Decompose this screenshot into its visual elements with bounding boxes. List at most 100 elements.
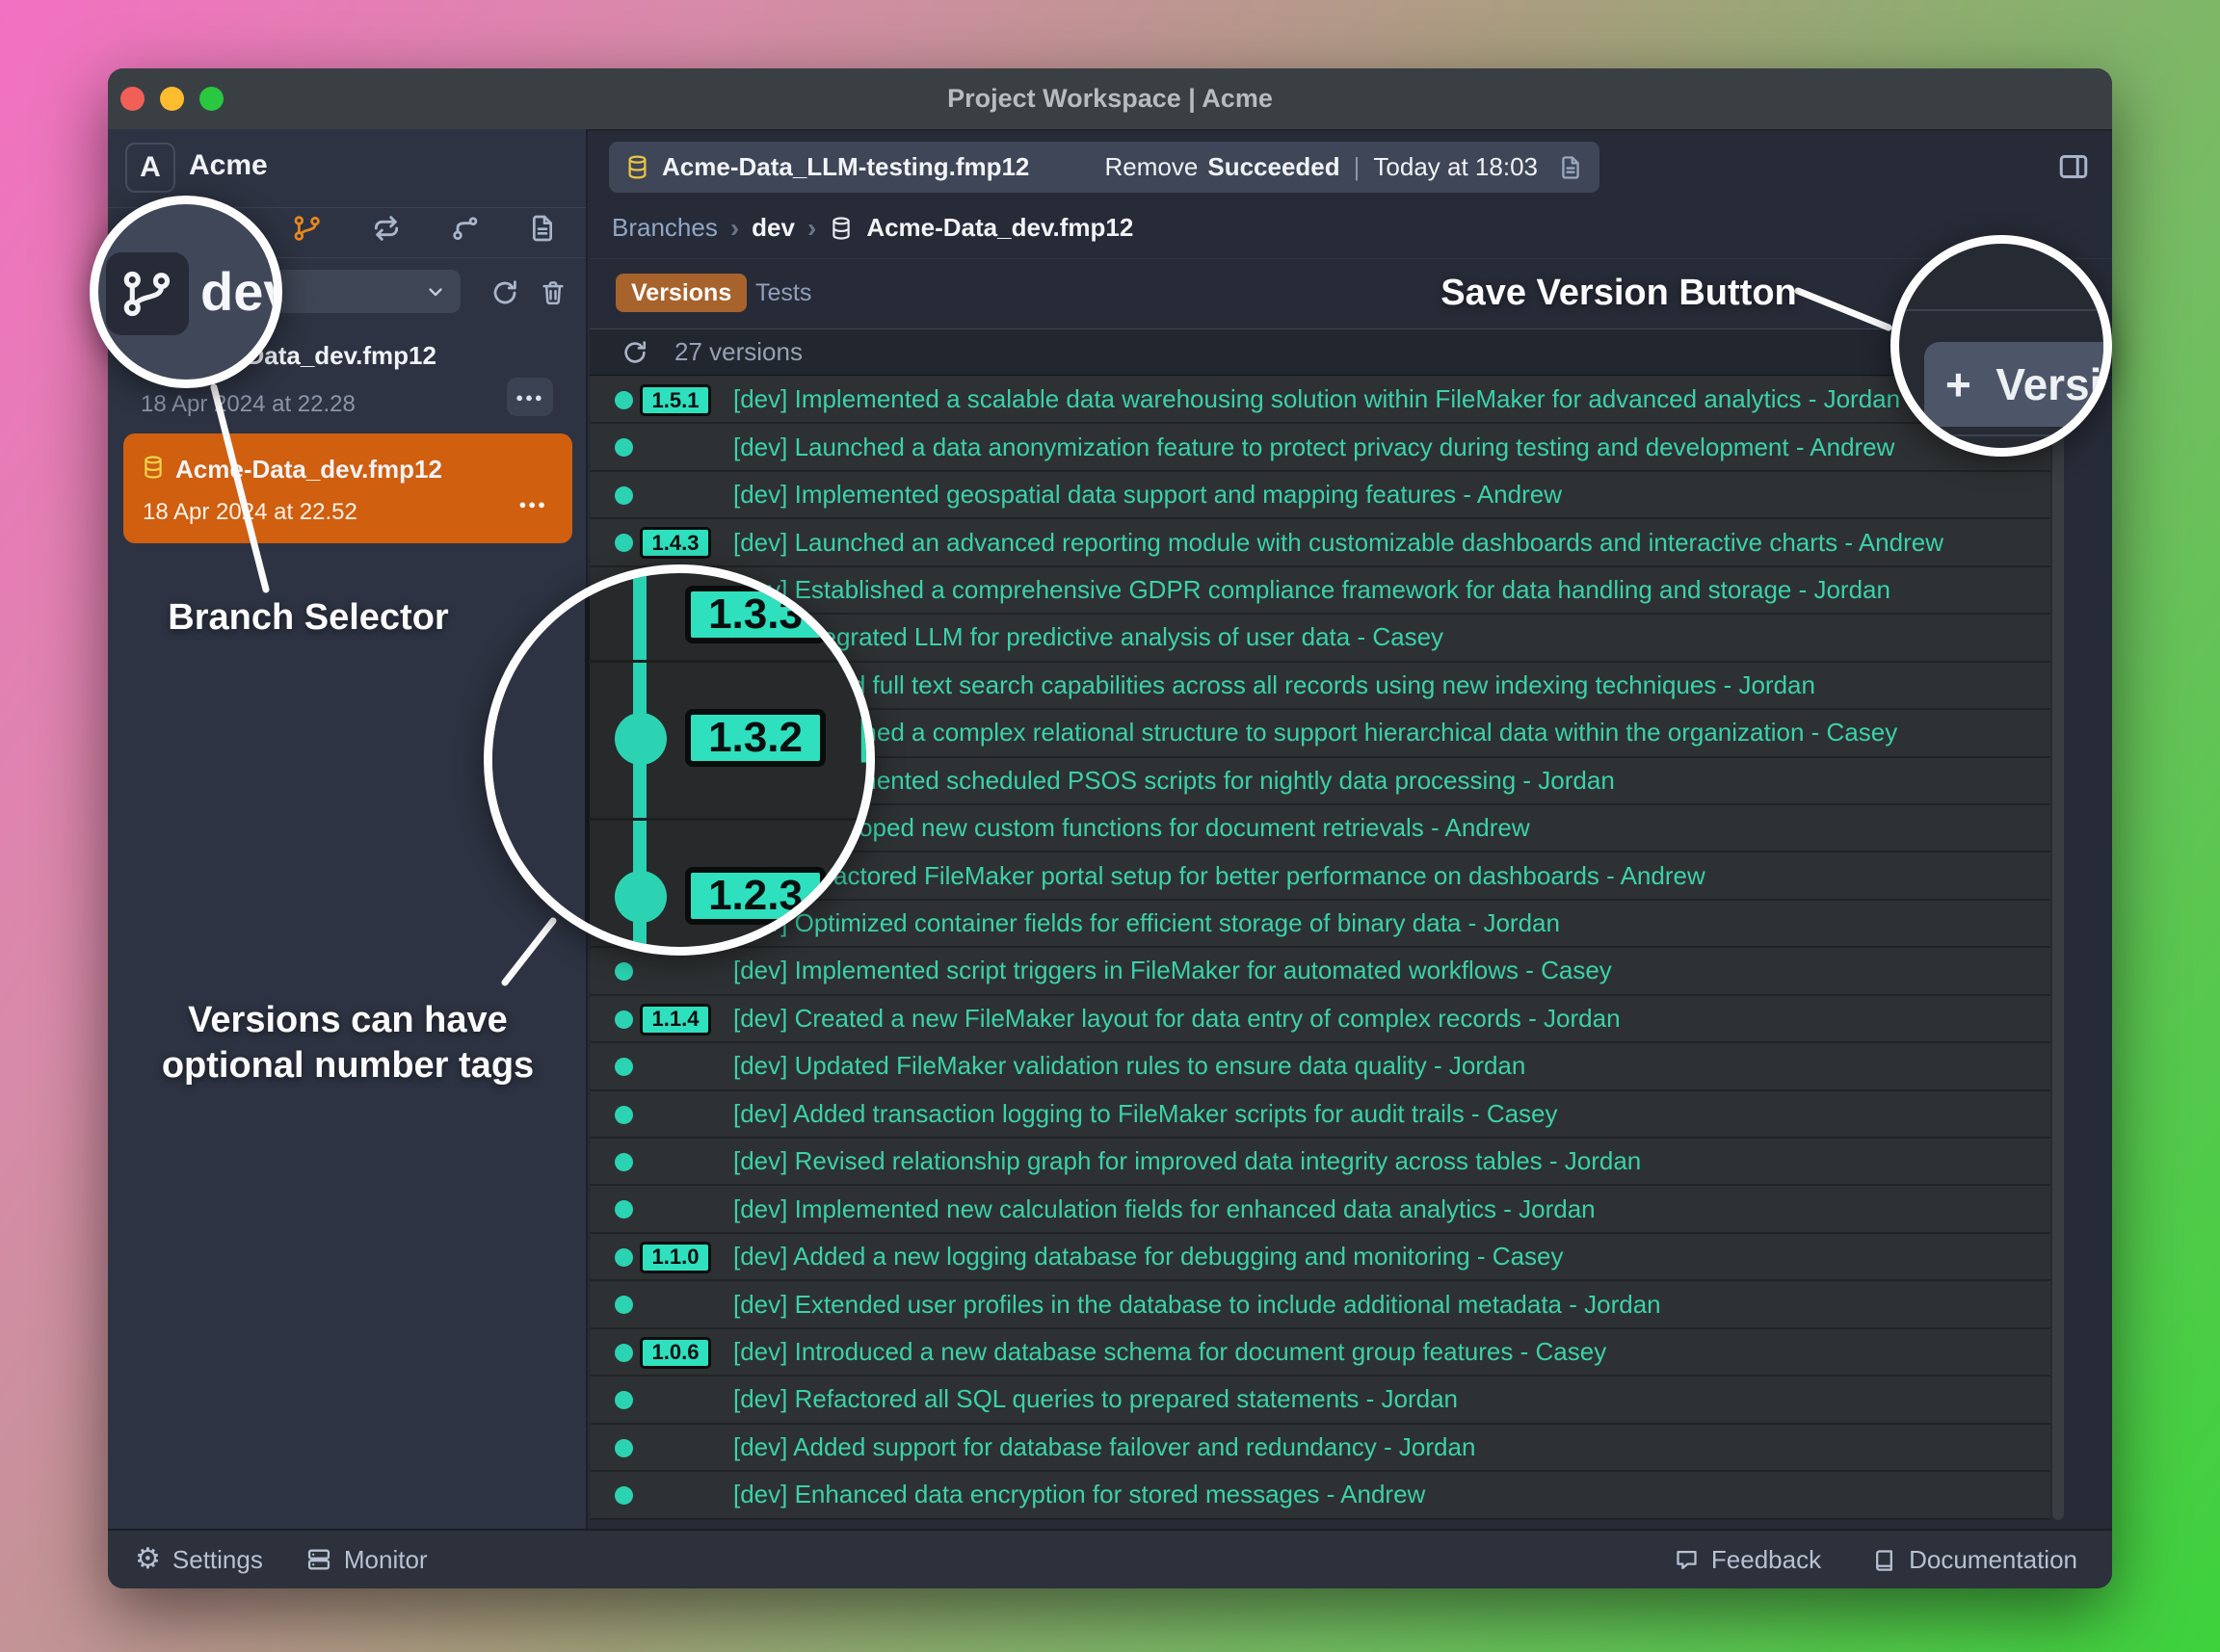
timeline-dot-icon	[615, 1296, 633, 1314]
status-result: Succeeded	[1207, 152, 1339, 182]
refresh-icon	[621, 338, 649, 367]
versions-header: 27 versions	[590, 328, 2112, 376]
branch-icon	[292, 213, 323, 244]
version-message: [dev] Launched a data anonymization feat…	[733, 424, 1894, 469]
sidebar-tab-commits[interactable]	[443, 206, 488, 250]
monitor-button[interactable]: Monitor	[305, 1545, 428, 1575]
org-name: Acme	[189, 143, 268, 189]
magnifier-circle-version-tags: 1.3.3 1.3.2 [dev] 1.2.3 [dev] L [dev] D …	[484, 564, 875, 956]
version-row[interactable]: [dev] Implemented new calculation fields…	[591, 1186, 2050, 1233]
version-row[interactable]: [dev] Updated FileMaker validation rules…	[591, 1043, 2050, 1090]
refresh-branch-button[interactable]	[486, 274, 524, 312]
version-row[interactable]: [dev] Enhanced data encryption for store…	[591, 1472, 2050, 1519]
annotation-line-2: optional number tags	[141, 1043, 555, 1088]
log-document-icon[interactable]	[1557, 154, 1584, 181]
refresh-icon	[489, 277, 520, 308]
divider	[1899, 309, 2103, 311]
timeline-dot-icon	[615, 1486, 633, 1505]
version-tag: 1.3.3	[685, 586, 826, 643]
status-time: Today at 18:03	[1373, 152, 1538, 182]
version-row[interactable]: [dev] Implemented geospatial data suppor…	[591, 472, 2050, 519]
version-message: [dev] Extended user profiles in the data…	[733, 1281, 1661, 1326]
magnified-sidebar-edge	[492, 573, 590, 947]
monitor-label: Monitor	[344, 1545, 428, 1575]
version-row[interactable]: 1.4.3 [dev] Launched an advanced reporti…	[591, 519, 2050, 566]
delete-branch-button[interactable]	[534, 274, 572, 312]
version-row[interactable]: [dev] Added transaction logging to FileM…	[591, 1091, 2050, 1139]
feedback-icon	[1674, 1547, 1700, 1573]
version-row[interactable]: [dev] Revised relationship graph for imp…	[591, 1139, 2050, 1186]
tab-versions[interactable]: Versions	[616, 274, 747, 312]
version-row[interactable]: 1.1.4 [dev] Created a new FileMaker layo…	[591, 996, 2050, 1043]
version-row[interactable]: [dev] Added support for database failove…	[591, 1425, 2050, 1472]
version-row[interactable]: 1.1.0 [dev] Added a new logging database…	[591, 1234, 2050, 1281]
settings-label: Settings	[172, 1545, 263, 1575]
version-message: [dev] Implemented script triggers in Fil…	[733, 948, 1612, 993]
timeline-dot-icon	[615, 534, 633, 552]
desktop-background: Project Workspace | Acme A Acme dev Acme…	[0, 0, 2220, 1652]
commits-icon	[450, 213, 481, 244]
scrollbar[interactable]	[2052, 377, 2064, 1520]
app-window: Project Workspace | Acme A Acme dev Acme…	[108, 68, 2112, 1588]
save-version-button[interactable]: + Version	[1924, 342, 2112, 427]
version-message: [dev] Implemented new calculation fields…	[733, 1186, 1596, 1231]
close-window-button[interactable]	[120, 87, 145, 111]
timeline-dot-icon	[615, 1106, 633, 1124]
documentation-button[interactable]: Documentation	[1871, 1545, 2077, 1575]
settings-button[interactable]: ⚙ Settings	[135, 1545, 263, 1575]
minimize-window-button[interactable]	[160, 87, 184, 111]
version-tag: 1.3.2	[685, 709, 826, 767]
timeline-dot-icon	[615, 391, 633, 409]
panel-toggle-button[interactable]	[2056, 149, 2091, 184]
trash-icon	[539, 278, 568, 307]
refresh-versions-button[interactable]	[621, 338, 649, 367]
timeline-dot-icon	[615, 438, 633, 457]
annotation-save-version-label: Save Version Button	[1426, 271, 1811, 316]
version-tag: 1.5.1	[640, 384, 711, 416]
timeline-dot-icon	[615, 962, 633, 981]
version-message: [dev] Introduced a new database schema f…	[733, 1329, 1606, 1375]
version-row[interactable]: [dev] Extended user profiles in the data…	[591, 1281, 2050, 1328]
file-menu-button[interactable]: ●●●	[518, 497, 547, 511]
file-list-item-selected[interactable]: Acme-Data_dev.fmp12 18 Apr 2024 at 22.52…	[123, 433, 572, 543]
breadcrumb-file: Acme-Data_dev.fmp12	[866, 213, 1133, 243]
breadcrumb-branches-link[interactable]: Branches	[612, 213, 718, 243]
version-message: [dev] Refactored all SQL queries to prep…	[733, 1377, 1458, 1422]
version-row[interactable]: [dev] Implemented script triggers in Fil…	[591, 948, 2050, 995]
breadcrumb: Branches › dev › Acme-Data_dev.fmp12	[590, 197, 2112, 259]
breadcrumb-chevron-icon: ›	[807, 215, 816, 242]
version-row[interactable]: 1.0.6 [dev] Introduced a new database sc…	[591, 1329, 2050, 1377]
feedback-label: Feedback	[1711, 1545, 1821, 1575]
tab-tests[interactable]: Tests	[755, 274, 811, 312]
timeline-dot-icon	[615, 1058, 633, 1076]
sidebar-tab-sync[interactable]	[364, 206, 409, 250]
status-divider: |	[1354, 152, 1361, 182]
version-message: [dev] Established a comprehensive GDPR c…	[733, 567, 1890, 613]
sidebar-tab-branches[interactable]	[285, 206, 330, 250]
file-menu-button[interactable]: ●●●	[507, 378, 553, 416]
timeline-dot-icon	[615, 1153, 633, 1171]
version-message: [dev] Updated FileMaker validation rules…	[733, 1043, 1525, 1088]
version-row[interactable]: [dev] Refactored all SQL queries to prep…	[591, 1377, 2050, 1424]
branch-icon	[106, 252, 189, 335]
breadcrumb-branch[interactable]: dev	[752, 213, 795, 243]
maximize-window-button[interactable]	[199, 87, 224, 111]
documentation-label: Documentation	[1909, 1545, 2077, 1575]
timeline-dot-icon	[615, 871, 667, 923]
timeline-dot-icon	[615, 713, 667, 765]
sidebar-tab-files[interactable]	[520, 206, 565, 250]
version-tag: 1.1.0	[640, 1242, 711, 1273]
version-message: [dev] Created a new FileMaker layout for…	[733, 996, 1621, 1041]
database-icon	[141, 455, 166, 480]
version-message: [dev] Revised relationship graph for imp…	[733, 1139, 1641, 1184]
annotation-version-tags-label: Versions can have optional number tags	[141, 998, 555, 1088]
active-file-chip[interactable]: Acme-Data_LLM-testing.fmp12 Remove Succe…	[609, 142, 1599, 193]
version-row[interactable]: 1.5.1 [dev] Implemented a scalable data …	[591, 377, 2050, 424]
version-row[interactable]: [dev] Launched a data anonymization feat…	[591, 424, 2050, 471]
timeline-dot-icon	[615, 1344, 633, 1362]
version-list: 1.5.1 [dev] Implemented a scalable data …	[591, 377, 2050, 1520]
org-logo[interactable]: A	[125, 143, 175, 193]
feedback-button[interactable]: Feedback	[1674, 1545, 1821, 1575]
version-tag: 1.4.3	[640, 527, 711, 559]
timeline-dot-icon	[615, 486, 633, 505]
